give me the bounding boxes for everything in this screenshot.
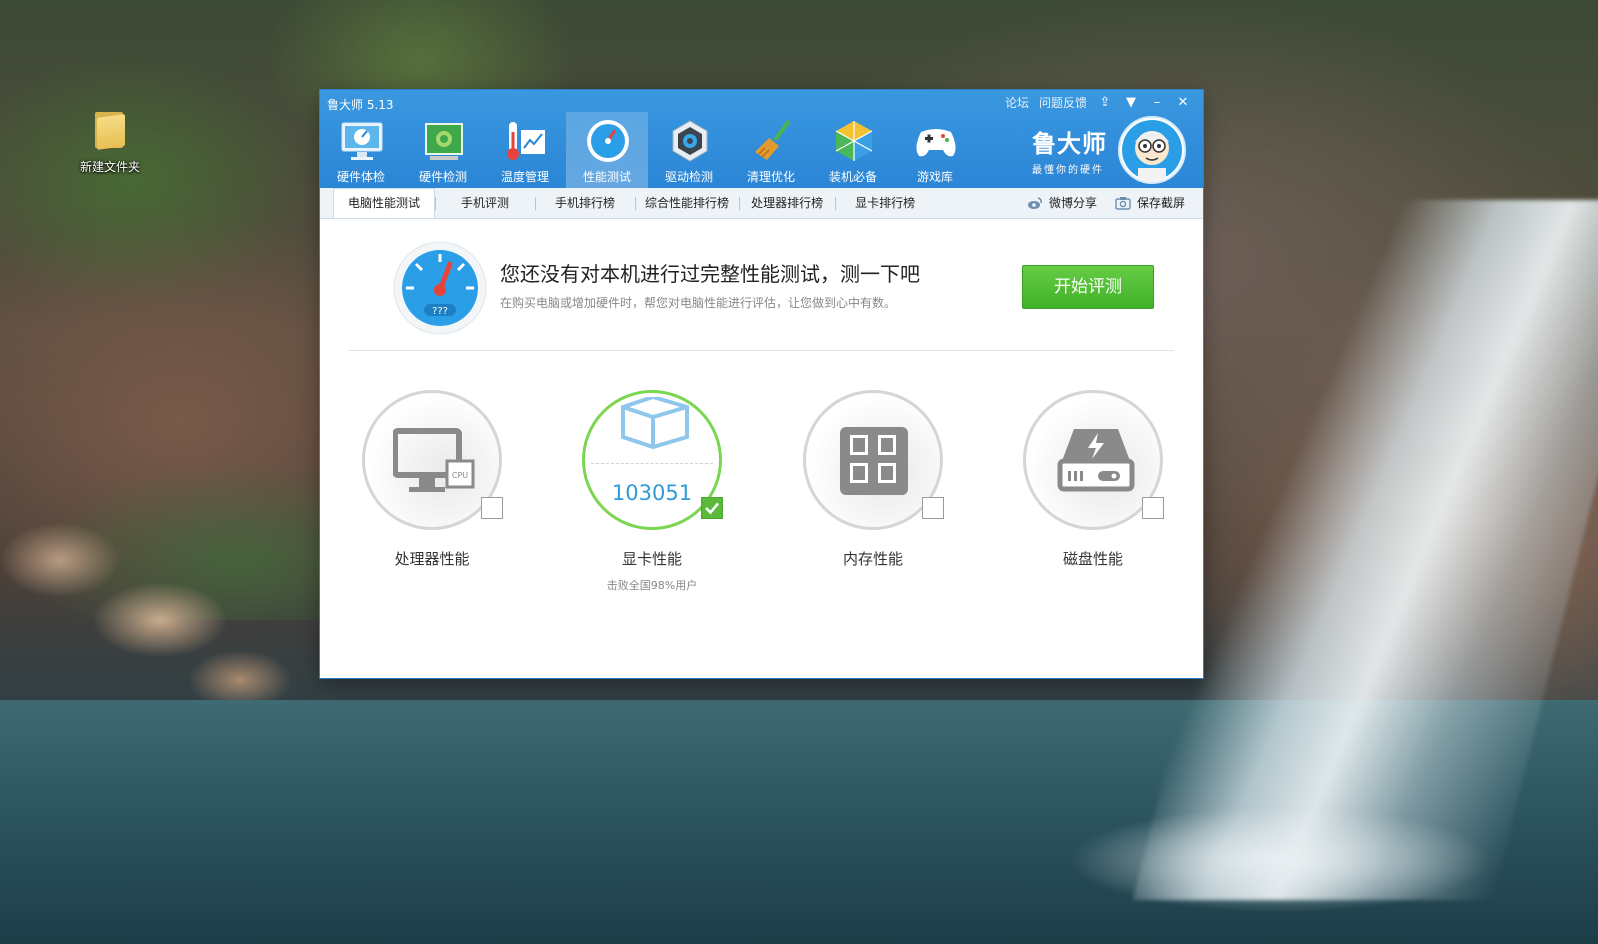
tab-pc-performance[interactable]: 电脑性能测试	[333, 188, 436, 218]
nav-essentials[interactable]: 装机必备	[812, 112, 894, 188]
gpu-score: 103051	[611, 481, 693, 505]
svg-text:CPU: CPU	[452, 471, 468, 480]
nav-label: 驱动检测	[664, 170, 713, 184]
tab-cpu-ranking[interactable]: 处理器排行榜	[739, 188, 835, 218]
memory-performance-card[interactable]: 内存性能	[798, 390, 948, 569]
banner-subline: 在购买电脑或增加硬件时，帮您对电脑性能进行评估，让您做到心中有数。	[500, 296, 897, 310]
nav-label: 装机必备	[828, 170, 877, 184]
brand: 鲁大师 最懂你的硬件	[1032, 124, 1107, 176]
card-label: 内存性能	[842, 550, 903, 568]
brand-slogan: 最懂你的硬件	[1032, 165, 1104, 176]
weibo-icon	[1027, 197, 1042, 209]
app-title: 鲁大师 5.13	[327, 98, 394, 112]
nav-label: 硬件检测	[418, 170, 467, 184]
tab-gpu-ranking[interactable]: 显卡排行榜	[835, 188, 935, 218]
close-button[interactable]: ✕	[1175, 95, 1191, 110]
nav-label: 游戏库	[916, 170, 953, 184]
nav-game-library[interactable]: 游戏库	[894, 112, 976, 188]
start-benchmark-button[interactable]: 开始评测	[1022, 265, 1154, 309]
memory-chip-icon	[840, 427, 908, 495]
menu-dropdown-icon[interactable]: ▼	[1123, 95, 1139, 110]
speedometer-icon	[587, 120, 629, 162]
top-links: 论坛 问题反馈 ⇪ ▼ – ✕	[1005, 94, 1191, 111]
thermometer-icon	[507, 122, 545, 160]
nav-label: 清理优化	[746, 170, 795, 184]
sub-tabbar: 电脑性能测试 手机评测 手机排行榜 综合性能排行榜 处理器排行榜 显卡排行榜 微…	[320, 188, 1203, 219]
gauge-text: ???	[432, 306, 448, 317]
tab-phone-ranking[interactable]: 手机排行榜	[535, 188, 635, 218]
save-screenshot-button[interactable]: 保存截屏	[1115, 188, 1185, 218]
nav-hardware-detect[interactable]: 硬件检测	[402, 112, 484, 188]
card-label: 处理器性能	[394, 550, 470, 568]
nav-label: 硬件体检	[336, 170, 385, 184]
title-bar: 鲁大师 5.13 论坛 问题反馈 ⇪ ▼ – ✕ 硬件体检 硬件检测 温度管理 …	[320, 90, 1203, 188]
gpu-rank-text: 击败全国98%用户	[606, 579, 698, 592]
minimize-button[interactable]: –	[1149, 95, 1165, 110]
save-screenshot-label: 保存截屏	[1136, 196, 1185, 210]
disk-drive-icon	[1057, 429, 1135, 492]
card-label: 磁盘性能	[1062, 550, 1123, 568]
performance-gauge-icon: ???	[393, 241, 487, 335]
desktop-folder-shortcut[interactable]: 新建文件夹	[76, 108, 144, 175]
camera-icon	[1115, 197, 1131, 210]
app-window: 鲁大师 5.13 论坛 问题反馈 ⇪ ▼ – ✕ 硬件体检 硬件检测 温度管理 …	[320, 90, 1203, 678]
disk-checkbox[interactable]	[1142, 497, 1164, 519]
cpu-monitor-icon: CPU	[393, 428, 475, 492]
gpu-cube-icon	[621, 397, 689, 450]
gpu-checkbox[interactable]	[701, 497, 723, 519]
tab-phone-review[interactable]: 手机评测	[435, 188, 535, 218]
weibo-share-label: 微博分享	[1048, 196, 1097, 210]
broom-icon	[755, 119, 791, 160]
gear-icon	[672, 120, 708, 162]
folder-icon	[93, 108, 127, 150]
feedback-link[interactable]: 问题反馈	[1039, 94, 1087, 111]
nav-driver-detect[interactable]: 驱动检测	[648, 112, 730, 188]
memory-checkbox[interactable]	[922, 497, 944, 519]
cpu-checkbox[interactable]	[481, 497, 503, 519]
divider	[348, 350, 1174, 351]
banner-headline: 您还没有对本机进行过完整性能测试，测一下吧	[500, 262, 920, 286]
gpu-performance-card[interactable]: 103051 显卡性能 击败全国98%用户	[577, 390, 727, 593]
skin-icon[interactable]: ⇪	[1097, 95, 1113, 110]
card-label: 显卡性能	[621, 550, 682, 568]
brand-name: 鲁大师	[1032, 130, 1107, 158]
circuit-board-icon	[425, 123, 463, 160]
disk-performance-card[interactable]: 磁盘性能	[1018, 390, 1168, 569]
cpu-performance-card[interactable]: CPU 处理器性能	[357, 390, 507, 569]
gamepad-icon	[916, 129, 956, 157]
forum-link[interactable]: 论坛	[1005, 94, 1029, 111]
main-nav: 硬件体检 硬件检测 温度管理 性能测试 驱动检测 清理优化 装机必备 游戏库	[320, 112, 976, 188]
tab-overall-ranking[interactable]: 综合性能排行榜	[635, 188, 739, 218]
nav-hardware-checkup[interactable]: 硬件体检	[320, 112, 402, 188]
cube-icon	[835, 121, 873, 161]
monitor-check-icon	[341, 122, 383, 160]
nav-performance-test[interactable]: 性能测试	[566, 112, 648, 188]
nav-temperature[interactable]: 温度管理	[484, 112, 566, 188]
avatar[interactable]	[1118, 116, 1186, 184]
checkmark-icon	[705, 502, 719, 515]
mascot-icon	[1122, 120, 1182, 182]
nav-label: 温度管理	[500, 170, 549, 184]
weibo-share-button[interactable]: 微博分享	[1027, 188, 1097, 218]
desktop-folder-label: 新建文件夹	[79, 160, 140, 174]
nav-clean-optimize[interactable]: 清理优化	[730, 112, 812, 188]
nav-label: 性能测试	[582, 170, 631, 184]
